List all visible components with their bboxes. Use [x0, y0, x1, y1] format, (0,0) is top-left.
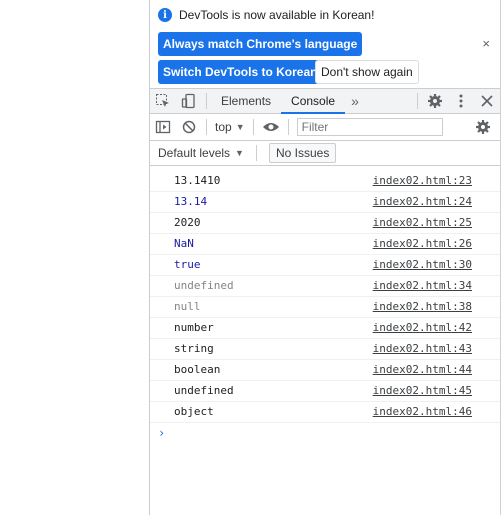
source-link[interactable]: index02.html:44 [373, 360, 472, 380]
device-toolbar-icon[interactable] [176, 89, 202, 113]
console-settings-gear-icon[interactable] [470, 115, 496, 139]
console-messages: 13.1410 index02.html:23 13.14 index02.ht… [150, 166, 500, 443]
source-link[interactable]: index02.html:34 [373, 276, 472, 296]
more-tabs-icon[interactable]: » [345, 93, 365, 109]
switch-to-korean-button[interactable]: Switch DevTools to Korean [158, 60, 323, 84]
source-link[interactable]: index02.html:38 [373, 297, 472, 317]
console-toolbar: top ▼ [150, 114, 500, 141]
infobar-message: DevTools is now available in Korean! [179, 8, 375, 22]
console-message: undefined index02.html:34 [150, 276, 500, 297]
source-link[interactable]: index02.html:46 [373, 402, 472, 422]
default-levels-label: Default levels [158, 146, 231, 160]
main-toolbar: Elements Console » [150, 88, 500, 114]
page-viewport [0, 0, 149, 515]
console-message: 13.1410 index02.html:23 [150, 171, 500, 192]
message-value: 2020 [174, 216, 201, 229]
inspect-element-icon[interactable] [150, 89, 176, 113]
console-message: 2020 index02.html:25 [150, 213, 500, 234]
filter-input[interactable] [296, 118, 443, 136]
toolbar-divider [255, 145, 257, 161]
toolbar-divider [206, 119, 207, 135]
live-expression-eye-icon[interactable] [258, 115, 284, 139]
message-value: object [174, 405, 214, 418]
tab-console[interactable]: Console [281, 89, 346, 114]
message-value: undefined [174, 279, 234, 292]
issues-button[interactable]: No Issues [268, 143, 337, 163]
console-message: undefined index02.html:45 [150, 381, 500, 402]
console-message: string index02.html:43 [150, 339, 500, 360]
toolbar-divider [252, 119, 254, 135]
log-levels-bar: Default levels ▼ No Issues [150, 141, 500, 166]
toolbar-divider [287, 119, 289, 135]
toolbar-divider [417, 93, 418, 109]
context-selector-label: top [215, 120, 232, 134]
console-prompt-input[interactable]: › [150, 423, 500, 443]
toolbar-divider [206, 93, 207, 109]
caret-down-icon: ▼ [235, 122, 245, 132]
message-value: 13.14 [174, 195, 208, 208]
devtools-panel: i DevTools is now available in Korean! A… [149, 0, 500, 515]
source-link[interactable]: index02.html:23 [373, 171, 472, 191]
source-link[interactable]: index02.html:25 [373, 213, 472, 233]
console-message: 13.14 index02.html:24 [150, 192, 500, 213]
infobar-message-row: i DevTools is now available in Korean! [158, 8, 374, 22]
source-link[interactable]: index02.html:42 [373, 318, 472, 338]
close-icon[interactable]: × [482, 36, 490, 51]
console-message: NaN index02.html:26 [150, 234, 500, 255]
more-options-icon[interactable] [448, 89, 474, 113]
info-icon: i [158, 8, 172, 22]
default-levels-dropdown[interactable]: Default levels ▼ [150, 146, 252, 160]
message-value: number [174, 321, 214, 334]
console-message: number index02.html:42 [150, 318, 500, 339]
source-link[interactable]: index02.html:30 [373, 255, 472, 275]
toolbar-right-group [413, 89, 500, 113]
clear-console-icon[interactable] [176, 115, 202, 139]
source-link[interactable]: index02.html:24 [373, 192, 472, 212]
console-message: null index02.html:38 [150, 297, 500, 318]
message-value: true [174, 258, 201, 271]
console-message: boolean index02.html:44 [150, 360, 500, 381]
caret-down-icon: ▼ [235, 148, 244, 158]
message-value: 13.1410 [174, 174, 221, 187]
tab-elements[interactable]: Elements [211, 89, 281, 113]
settings-gear-icon[interactable] [422, 89, 448, 113]
show-sidebar-icon[interactable] [150, 115, 176, 139]
always-match-language-button[interactable]: Always match Chrome's language [158, 32, 363, 56]
source-link[interactable]: index02.html:26 [373, 234, 472, 254]
message-value: undefined [174, 384, 234, 397]
message-value: null [174, 300, 201, 313]
message-value: boolean [174, 363, 221, 376]
source-link[interactable]: index02.html:43 [373, 339, 472, 359]
dont-show-again-button[interactable]: Don't show again [315, 60, 419, 84]
close-devtools-icon[interactable] [474, 89, 500, 113]
language-infobar: i DevTools is now available in Korean! A… [150, 0, 500, 88]
source-link[interactable]: index02.html:45 [373, 381, 472, 401]
message-value: NaN [174, 237, 194, 250]
message-value: string [174, 342, 214, 355]
console-message: true index02.html:30 [150, 255, 500, 276]
console-message: object index02.html:46 [150, 402, 500, 423]
context-selector[interactable]: top ▼ [211, 120, 249, 134]
